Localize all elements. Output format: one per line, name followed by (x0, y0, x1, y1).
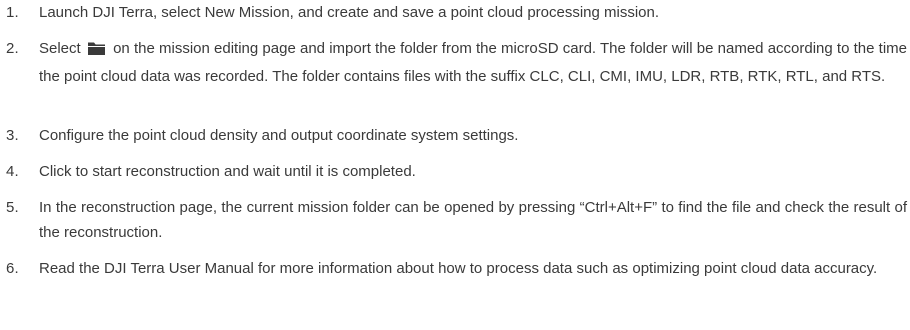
step-number: 5. (6, 199, 19, 216)
step-number: 3. (6, 127, 19, 144)
step-text: Select on the mission editing page and i… (39, 36, 907, 89)
step-text: Configure the point cloud density and ou… (39, 127, 519, 144)
step-text: In the reconstruction page, the current … (39, 199, 907, 241)
step-number: 2. (6, 40, 19, 57)
step-text: Read the DJI Terra User Manual for more … (39, 260, 878, 277)
step-number: 4. (6, 163, 19, 180)
step-text: Launch DJI Terra, select New Mission, an… (39, 4, 660, 21)
folder-icon (87, 39, 106, 64)
step-text-before-icon: Select (39, 40, 85, 57)
step-text-after-icon: on the mission editing page and import t… (39, 40, 907, 85)
step-number: 6. (6, 260, 19, 277)
step-text: Click to start reconstruction and wait u… (39, 163, 416, 180)
step-number: 1. (6, 4, 19, 21)
